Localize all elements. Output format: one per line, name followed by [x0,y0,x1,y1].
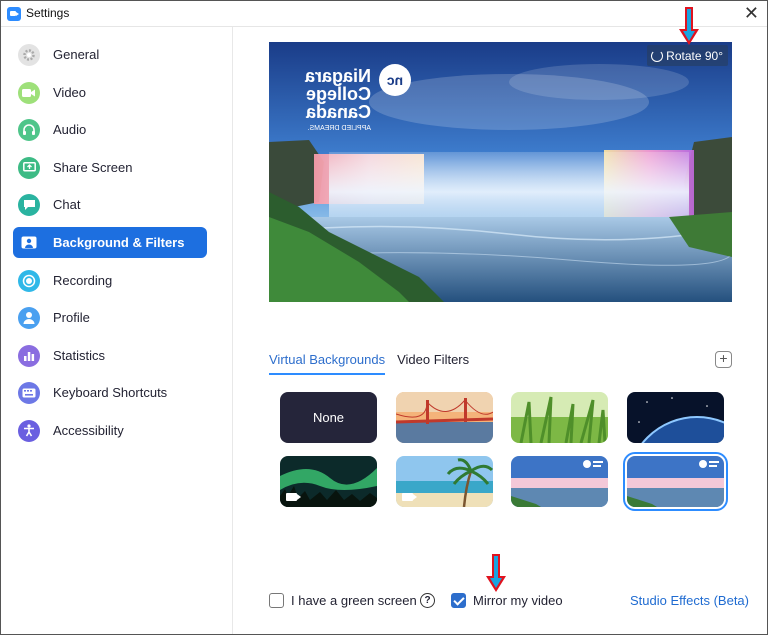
mirror-video-checkbox[interactable] [451,593,466,608]
background-thumbnail-niagara-2[interactable] [623,452,728,511]
background-thumbnail-grass[interactable] [511,392,608,443]
video-camera-icon [18,81,40,104]
add-background-button[interactable]: + [715,351,732,368]
headphones-icon [18,118,40,141]
bar-chart-icon [18,344,40,367]
tab-virtual-backgrounds[interactable]: Virtual Backgrounds [269,352,386,375]
background-thumbnail-golden-gate[interactable] [396,392,493,443]
logo-line-1: Niagara [304,66,371,86]
help-icon[interactable]: ? [420,593,435,608]
studio-effects-link[interactable]: Studio Effects (Beta) [630,593,749,608]
window-title: Settings [26,6,70,20]
sidebar-item-label: General [53,47,100,62]
sidebar-item-label: Background & Filters [53,235,185,250]
sidebar-item-label: Profile [53,310,90,325]
sidebar-item-accessibility[interactable]: Accessibility [13,415,207,446]
background-thumbnail-none[interactable]: None [280,392,377,443]
background-thumbnail-niagara-1[interactable] [511,456,608,507]
sidebar-item-label: Keyboard Shortcuts [53,385,168,400]
share-screen-icon [18,156,40,179]
footer-controls: I have a green screen ? Mirror my video … [269,592,749,612]
sidebar-item-label: Audio [53,122,87,137]
video-preview: nc Niagara College Canada APPLIED DREAMS… [269,42,732,302]
video-background-icon [402,493,417,501]
sidebar-item-chat[interactable]: Chat [13,189,207,220]
logo-line-3: Canada [305,102,371,122]
sidebar-item-general[interactable]: General [13,39,207,70]
sidebar-item-share-screen[interactable]: Share Screen [13,152,207,183]
zoom-app-icon [7,7,21,21]
sidebar-item-label: Share Screen [53,160,133,175]
background-thumbnail-earth-space[interactable] [627,392,724,443]
sidebar-item-statistics[interactable]: Statistics [13,340,207,371]
sidebar-item-label: Accessibility [53,423,124,438]
logo-tagline: APPLIED DREAMS. [308,125,371,132]
gear-icon [18,43,40,66]
niagara-falls-preview-image: nc Niagara College Canada APPLIED DREAMS… [269,42,732,302]
green-screen-checkbox[interactable] [269,593,284,608]
video-background-icon [286,493,301,501]
user-icon [18,306,40,329]
background-tabs: Virtual Backgrounds Video Filters [269,352,469,375]
background-thumbnail-beach[interactable] [396,456,493,507]
sidebar-item-label: Recording [53,273,113,288]
person-background-icon [18,232,40,254]
rotate-icon [651,49,664,62]
keyboard-icon [18,381,40,404]
background-thumbnail-aurora[interactable] [280,456,377,507]
rotate-label: Rotate 90° [666,48,723,63]
sidebar-item-label: Statistics [53,348,106,363]
background-filters-panel: nc Niagara College Canada APPLIED DREAMS… [234,27,767,634]
sidebar-item-recording[interactable]: Recording [13,265,207,296]
tab-video-filters[interactable]: Video Filters [397,352,469,375]
sidebar-item-keyboard-shortcuts[interactable]: Keyboard Shortcuts [13,377,207,408]
rotate-button[interactable]: Rotate 90° [647,45,728,66]
settings-sidebar: General Video Audio Share Screen Chat Ba… [1,27,233,634]
logo-initials: nc [387,72,404,88]
title-bar: Settings ✕ [1,1,767,27]
record-icon [18,269,40,292]
accessibility-icon [18,419,40,442]
close-icon[interactable]: ✕ [744,4,759,22]
sidebar-item-background-filters[interactable]: Background & Filters [13,227,207,258]
settings-window: Settings ✕ General Video Audio Share Scr… [0,0,768,635]
sidebar-item-profile[interactable]: Profile [13,302,207,333]
logo-line-2: College [306,84,371,104]
chat-bubble-icon [18,193,40,216]
sidebar-item-video[interactable]: Video [13,77,207,108]
mirror-video-label: Mirror my video [473,593,563,608]
annotation-arrow-rotate [679,7,699,45]
green-screen-label: I have a green screen [291,593,417,608]
sidebar-item-label: Video [53,85,87,100]
sidebar-item-label: Chat [53,197,81,212]
sidebar-item-audio[interactable]: Audio [13,114,207,145]
annotation-arrow-mirror [486,554,506,592]
